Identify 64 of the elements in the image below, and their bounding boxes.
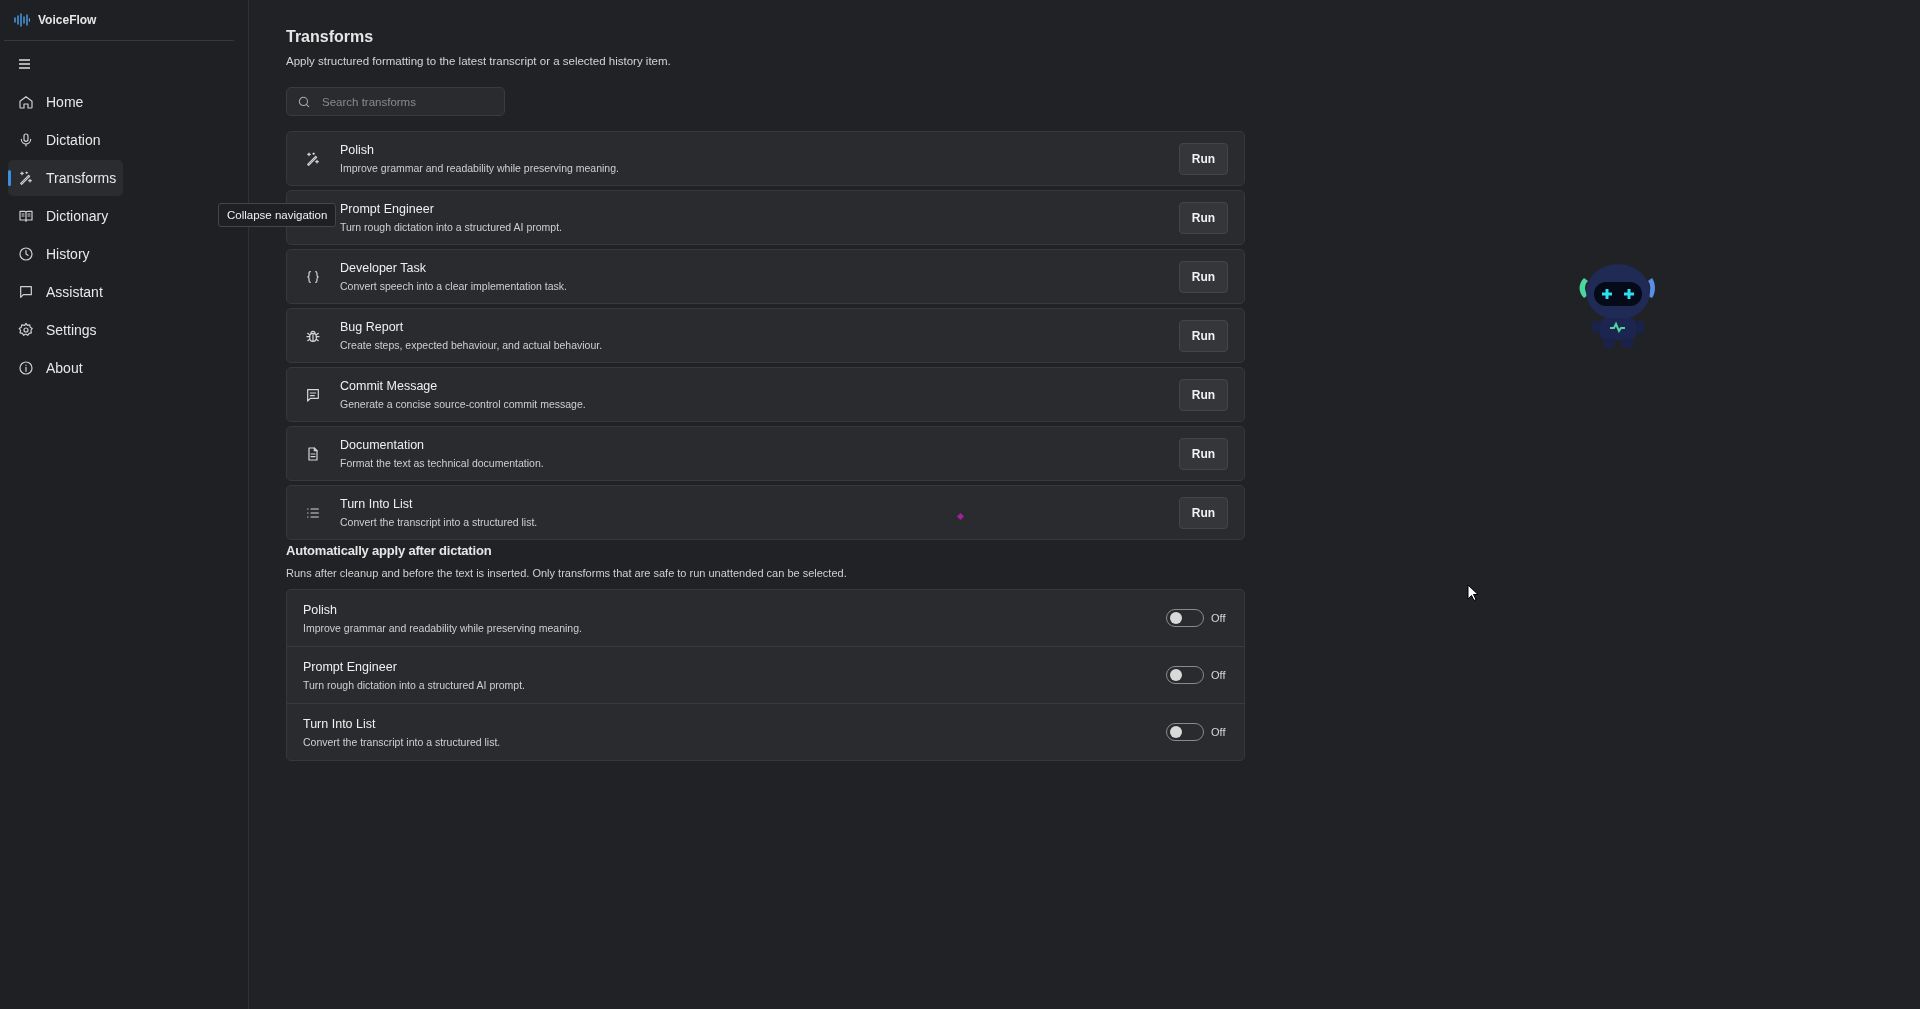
sidebar-item[interactable]: Settings <box>8 312 123 348</box>
transform-description: Convert speech into a clear implementation task. <box>340 280 568 292</box>
transform-description: Improve grammar and readability while preserving meaning. <box>303 621 582 634</box>
search-icon <box>297 95 311 109</box>
transform-description: Convert the transcript into a structured list. <box>303 735 501 748</box>
braces-icon <box>305 268 321 285</box>
transform-description: Turn rough dictation into a structured AI prompt. <box>303 678 525 691</box>
document-icon <box>305 445 321 462</box>
message-icon <box>305 386 321 403</box>
transform-title: Turn Into List <box>303 716 376 731</box>
sidebar-item[interactable]: About <box>8 350 123 386</box>
toggle-switch[interactable] <box>1166 723 1204 741</box>
sidebar-item[interactable]: Dictionary <box>8 198 123 234</box>
transform-title: Polish <box>303 602 338 617</box>
info-icon <box>18 360 34 376</box>
toggle-state: Off <box>1211 726 1227 738</box>
chat-bubble-icon <box>18 284 34 300</box>
run-button[interactable]: Run <box>1179 496 1228 529</box>
sidebar-item[interactable]: Dictation <box>8 122 123 158</box>
tooltip: Collapse navigation <box>218 203 337 227</box>
transform-title: Developer Task <box>340 261 426 275</box>
sidebar-item[interactable]: Assistant <box>8 274 123 310</box>
run-button[interactable]: Run <box>1179 260 1228 293</box>
mouse-pointer-icon <box>1467 584 1479 602</box>
home-icon <box>18 94 34 110</box>
magic-wand-icon <box>305 150 321 167</box>
section-title: Automatically apply after dictation <box>286 543 493 558</box>
app-name: VoiceFlow <box>38 13 97 27</box>
transform-title: Commit Message <box>340 379 438 393</box>
page-title: Transforms <box>286 28 375 46</box>
transform-title: Prompt Engineer <box>303 659 397 674</box>
transform-title: Documentation <box>340 438 425 452</box>
toggle-switch[interactable] <box>1166 609 1204 627</box>
magic-wand-icon <box>18 170 34 186</box>
transform-title: Prompt Engineer <box>340 202 434 216</box>
sound-wave-logo-icon <box>14 13 30 27</box>
menu-icon[interactable] <box>19 59 30 69</box>
run-button[interactable]: Run <box>1179 201 1228 234</box>
toggle-state: Off <box>1211 612 1227 624</box>
transform-description: Turn rough dictation into a structured AI prompt. <box>340 221 562 233</box>
toggle-state: Off <box>1211 669 1227 681</box>
run-button[interactable]: Run <box>1179 319 1228 352</box>
sidebar-item[interactable]: History <box>8 236 123 272</box>
section-description: Runs after cleanup and before the text is inserted. Only transforms that are safe to run unattended can be selected. <box>286 567 848 579</box>
transform-description: Create steps, expected behaviour, and actual behaviour. <box>340 339 603 351</box>
clock-icon <box>18 246 34 262</box>
sidebar-item[interactable]: Transforms <box>8 160 123 196</box>
run-button[interactable]: Run <box>1179 437 1228 470</box>
transform-description: Generate a concise source-control commit message. <box>340 398 586 410</box>
page-subtitle: Apply structured formatting to the latest transcript or a selected history item. <box>286 55 672 67</box>
transform-title: Turn Into List <box>340 497 413 511</box>
run-button[interactable]: Run <box>1179 378 1228 411</box>
microphone-icon <box>18 132 34 148</box>
transform-description: Convert the transcript into a structured list. <box>340 516 538 528</box>
book-icon <box>18 208 34 224</box>
toggle-switch[interactable] <box>1166 666 1204 684</box>
sidebar-item[interactable]: Home <box>8 84 123 120</box>
transform-title: Polish <box>340 143 375 157</box>
transform-description: Improve grammar and readability while preserving meaning. <box>340 162 619 174</box>
transform-title: Bug Report <box>340 320 404 334</box>
run-button[interactable]: Run <box>1179 142 1228 175</box>
transform-description: Format the text as technical documentation. <box>340 457 544 469</box>
settings-icon <box>18 322 34 338</box>
search-field[interactable]: Search transforms <box>286 87 505 116</box>
